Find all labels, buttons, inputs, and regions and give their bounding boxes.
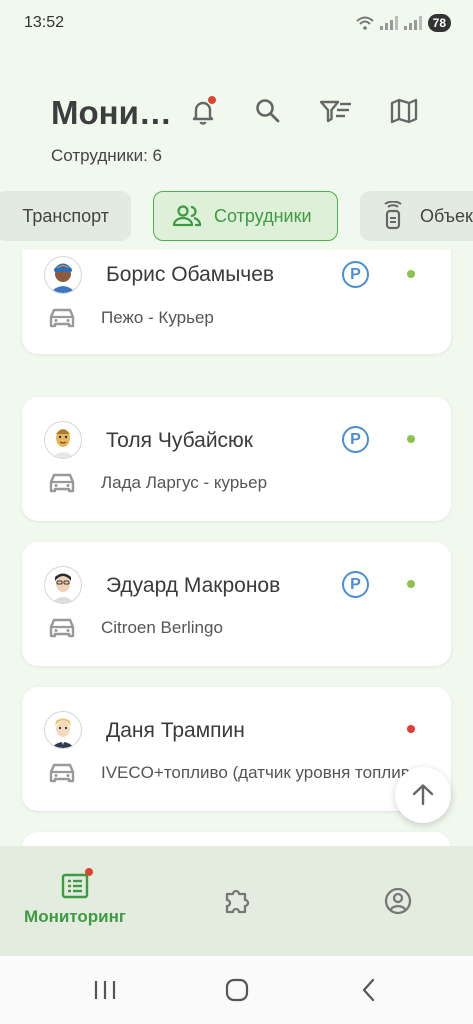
- bottom-nav: Мониторинг: [0, 846, 473, 956]
- employee-name: Эдуард Макронов: [106, 574, 281, 597]
- people-icon: [172, 205, 202, 227]
- parking-icon: P: [342, 426, 369, 453]
- nav-profile[interactable]: [366, 846, 430, 956]
- recent-apps-icon[interactable]: [92, 978, 118, 1002]
- status-indicator: [407, 580, 415, 588]
- avatar: [44, 256, 82, 294]
- back-icon[interactable]: [358, 977, 380, 1003]
- car-icon: [49, 763, 75, 783]
- employee-card[interactable]: [22, 832, 451, 846]
- employee-card[interactable]: Борис Обамычев P Пежо - Курьер: [22, 250, 451, 354]
- employee-card[interactable]: Эдуард Макронов P Citroen Berlingo: [22, 542, 451, 666]
- nav-monitoring-label: Мониторинг: [24, 907, 126, 926]
- status-time: 13:52: [24, 14, 65, 31]
- status-indicator: [407, 435, 415, 443]
- status-indicator: [407, 725, 415, 733]
- home-icon[interactable]: [224, 977, 250, 1003]
- category-tabs: Транспорт Сотрудники Объекты: [0, 190, 473, 242]
- tab-transport-label: Транспорт: [22, 205, 109, 226]
- avatar: [44, 421, 82, 459]
- employee-list: Борис Обамычев P Пежо - Курьер Толя Чуба…: [0, 250, 473, 846]
- car-icon: [49, 473, 75, 493]
- header: Мони…: [0, 90, 473, 136]
- tab-objects-label: Объекты: [420, 205, 473, 226]
- user-circle-icon: [384, 887, 412, 915]
- tab-employees[interactable]: Сотрудники: [153, 191, 338, 241]
- employee-card[interactable]: Толя Чубайсюк P Лада Ларгус - курьер: [22, 397, 451, 521]
- system-nav-bar: [0, 956, 473, 1024]
- employee-card[interactable]: Даня Трампин IVECO+топливо (датчик уровн…: [22, 687, 451, 811]
- vehicle-name: Пежо - Курьер: [101, 308, 214, 327]
- parking-icon: P: [342, 571, 369, 598]
- scroll-top-button[interactable]: [395, 767, 451, 823]
- filter-icon[interactable]: [318, 96, 354, 126]
- nav-notification-dot: [85, 868, 93, 876]
- signal-icon: [379, 16, 398, 30]
- vehicle-name: IVECO+топливо (датчик уровня топлива): [101, 763, 419, 782]
- nav-plugins[interactable]: [205, 846, 269, 956]
- vehicle-name: Citroen Berlingo: [101, 618, 223, 637]
- signal-icon-2: [403, 16, 422, 30]
- car-icon: [49, 308, 75, 328]
- car-icon: [49, 618, 75, 638]
- wifi-icon: [355, 16, 374, 30]
- notification-badge: [208, 96, 216, 104]
- search-icon[interactable]: [253, 96, 283, 126]
- status-indicator: [407, 270, 415, 278]
- status-indicators: 78: [355, 14, 451, 32]
- battery-indicator: 78: [427, 14, 451, 32]
- employee-name: Толя Чубайсюк: [106, 429, 253, 452]
- status-bar: 13:52 78: [0, 0, 473, 46]
- nav-monitoring[interactable]: Мониторинг: [15, 846, 135, 956]
- tab-employees-label: Сотрудники: [214, 205, 312, 226]
- parking-icon: P: [342, 261, 369, 288]
- bell-icon[interactable]: [188, 96, 218, 126]
- avatar: [44, 711, 82, 749]
- vehicle-name: Лада Ларгус - курьер: [101, 473, 268, 492]
- avatar: [44, 566, 82, 604]
- employee-name: Борис Обамычев: [106, 263, 275, 286]
- map-icon[interactable]: [389, 96, 419, 126]
- puzzle-icon: [225, 889, 250, 914]
- page-title: Мони…: [51, 94, 172, 131]
- employee-count: Сотрудники: 6: [51, 146, 162, 165]
- tracker-icon: [384, 201, 402, 230]
- tab-transport[interactable]: Транспорт: [0, 191, 131, 241]
- employee-name: Даня Трампин: [106, 719, 245, 742]
- arrow-up-icon: [412, 784, 434, 806]
- tab-objects[interactable]: Объекты: [360, 191, 473, 241]
